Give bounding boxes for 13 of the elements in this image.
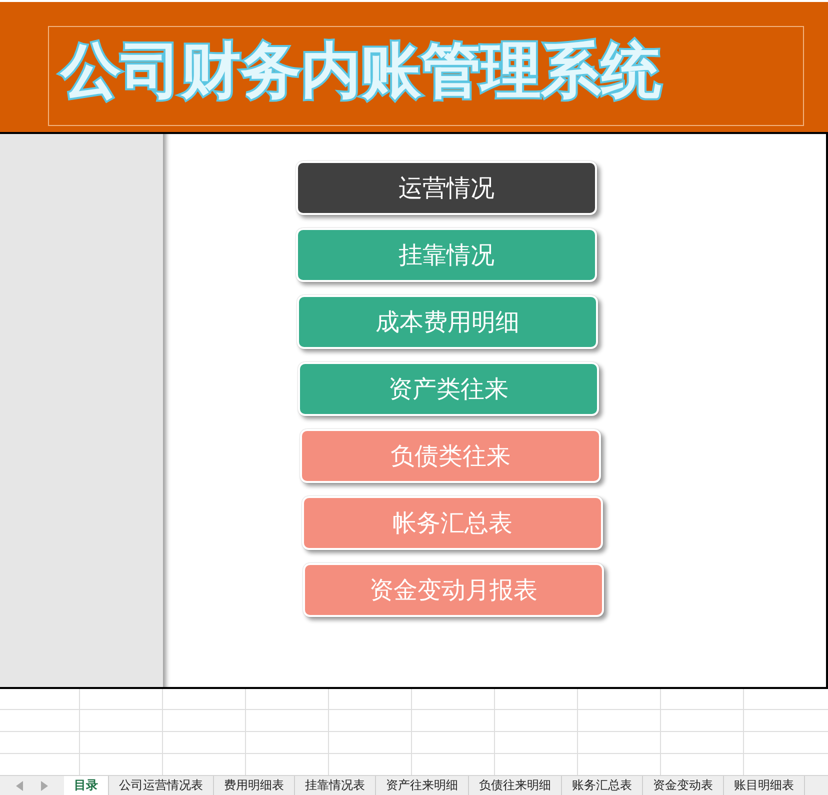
sheet-tab[interactable]: 账务汇总表 — [562, 776, 643, 795]
menu-button[interactable]: 运营情况 — [296, 161, 597, 215]
sheet-tab[interactable]: 负债往来明细 — [469, 776, 562, 795]
app-title: 公司财务内账管理系统 — [61, 38, 661, 104]
sheet-tab[interactable]: 资产往来明细 — [376, 776, 469, 795]
caret-right-icon[interactable] — [40, 780, 48, 790]
caret-left-icon[interactable] — [16, 780, 24, 790]
sheet-tab[interactable]: 挂靠情况表 — [295, 776, 376, 795]
sheet-tab[interactable]: 费用明细表 — [214, 776, 295, 795]
sheet-tab[interactable]: 账目明细表 — [724, 776, 805, 795]
sheet-tab[interactable]: 公司运营情况表 — [109, 776, 214, 795]
sheet-tab[interactable]: 资金变动表 — [643, 776, 724, 795]
sheet-tab[interactable]: 目录 — [64, 776, 109, 795]
